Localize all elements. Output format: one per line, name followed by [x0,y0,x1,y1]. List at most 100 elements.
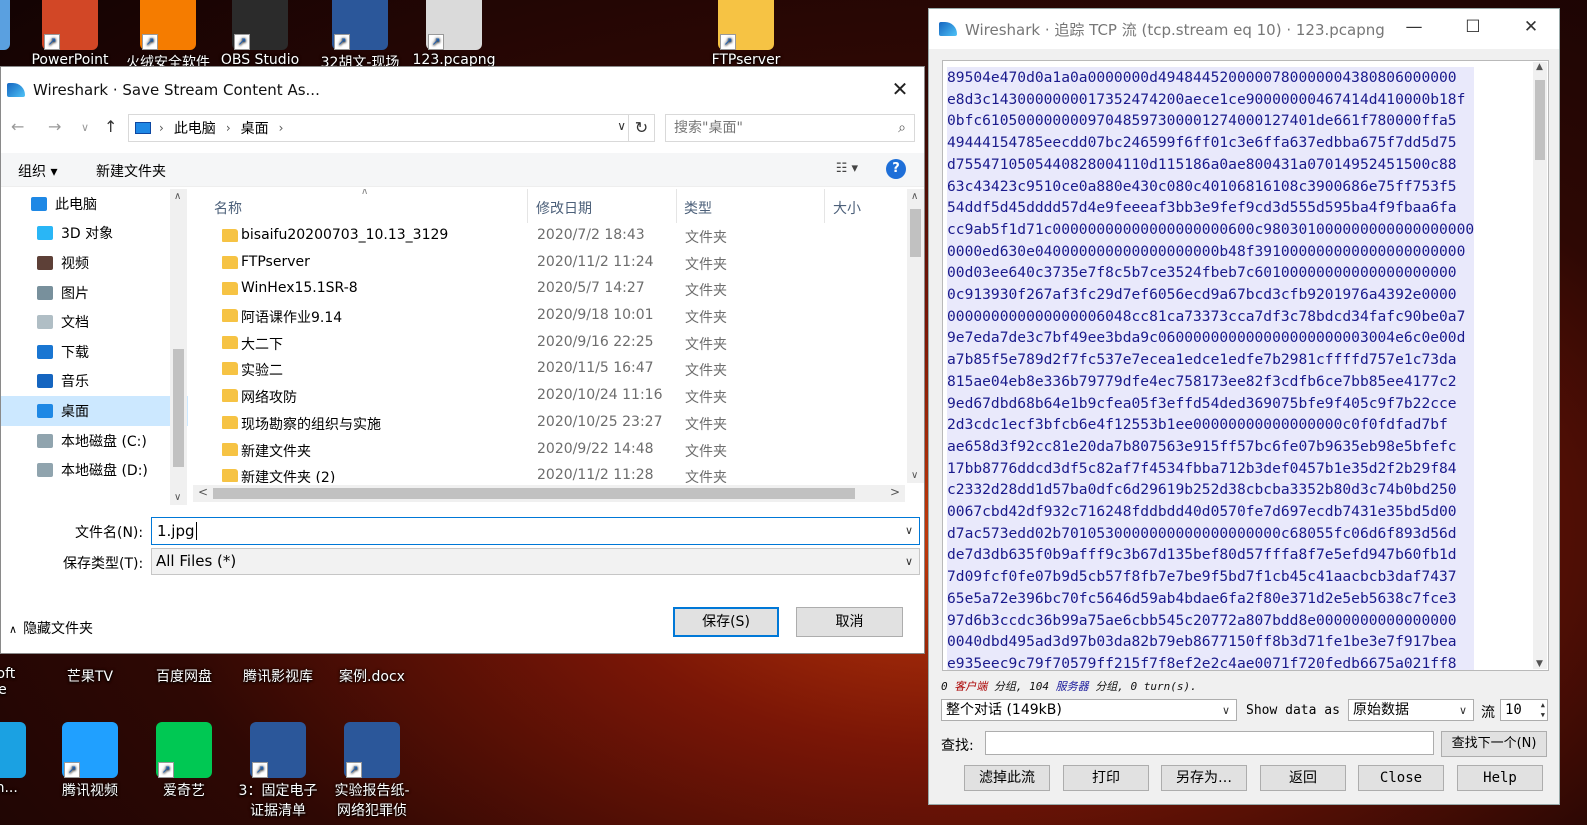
desktop-icon[interactable]: ↗ 爱奇艺 [142,722,226,800]
column-date[interactable]: 修改日期 [536,198,592,218]
scroll-up-icon[interactable]: ▲ [1536,62,1543,72]
recent-locations-chevron-icon[interactable]: ∨ [81,121,89,134]
file-list-hscrollbar[interactable]: < > [193,485,905,502]
file-row[interactable]: 现场勘察的组织与实施 2020/10/25 23:27 文件夹 [191,410,906,437]
find-next-button[interactable]: 查找下一个(N) [1441,731,1547,757]
nav-item[interactable]: 本地磁盘 (D:) [1,455,188,485]
desktop-icon[interactable]: 芒果TV [48,666,132,686]
hscroll-thumb[interactable] [213,488,855,499]
view-options-icon[interactable]: ☷ ▾ [836,161,858,176]
save-as-button[interactable]: 另存为… [1161,765,1247,791]
nav-item[interactable]: 下载 [1,337,188,367]
desktop-icon[interactable]: ↗ OBS Studio [218,0,302,68]
filetype-select[interactable]: All Files (*) ∨ [151,548,920,575]
stream-scroll-thumb[interactable] [1535,80,1545,160]
close-button[interactable]: Close [1358,765,1444,791]
cancel-button[interactable]: 取消 [796,607,903,637]
file-row[interactable]: 新建文件夹 (2) 2020/11/2 11:28 文件夹 [191,463,906,483]
file-row[interactable]: 实验二 2020/11/5 16:47 文件夹 [191,356,906,383]
desktop-icon[interactable]: ↗ 32胡文-现场 [318,0,402,72]
file-list-scrollbar[interactable]: ∧ ∨ [907,189,924,483]
column-type[interactable]: 类型 [684,198,712,218]
forward-arrow-icon[interactable]: → [48,117,61,136]
desktop-icon[interactable]: ↗ FTPserver [704,0,788,68]
file-row[interactable]: 大二下 2020/9/16 22:25 文件夹 [191,330,906,357]
search-input[interactable]: 搜索"桌面" ⌕ [665,114,915,142]
conversation-select[interactable]: 整个对话 (149kB) ∨ [941,699,1237,721]
breadcrumb-chevron-icon[interactable]: › [226,121,231,135]
nav-item[interactable]: 此电脑 [1,189,188,219]
back-arrow-icon[interactable]: ← [11,117,24,136]
desktop-icon[interactable]: ↗ 腾讯视频 [48,722,132,800]
refresh-icon[interactable]: ↻ [628,115,654,141]
column-name[interactable]: 名称 [214,198,242,218]
minimize-icon[interactable]: — [1399,17,1429,37]
file-row[interactable]: 新建文件夹 2020/9/22 14:48 文件夹 [191,437,906,464]
desktop-icon[interactable]: ↗ 实验报告纸- 网络犯罪侦 [330,722,414,820]
nav-item[interactable]: 本地磁盘 (C:) [1,426,188,456]
dialog-close-icon[interactable]: ✕ [886,77,914,103]
hide-folders-toggle[interactable]: ∧ 隐藏文件夹 [9,618,93,638]
stream-content[interactable]: 89504e470d0a1a0a0000000d4948445200000780… [942,60,1549,671]
file-row[interactable]: bisaifu20200703_10.13_3129 2020/7/2 18:43… [191,223,906,250]
search-icon[interactable]: ⌕ [898,115,906,141]
scroll-up-icon[interactable]: ∧ [174,191,181,202]
print-button[interactable]: 打印 [1063,765,1149,791]
show-data-dropdown-icon[interactable]: ∨ [1459,701,1467,721]
filename-dropdown-icon[interactable]: ∨ [905,518,913,544]
desktop-icon[interactable]: 案例.docx [330,666,414,686]
desktop-icon[interactable]: osoftge [0,666,40,698]
find-input[interactable] [985,731,1434,755]
desktop-icon[interactable]: ↗ PowerPoint [28,0,112,68]
nav-item[interactable]: 桌面 [1,396,188,426]
desktop-icon[interactable]: ↗电脑 [0,0,24,72]
help-button[interactable]: Help [1457,765,1543,791]
nav-pane-scrollbar[interactable]: ∧ ∨ [170,189,187,505]
desktop-icon[interactable]: ↗ 3：固定电子 证据清单 [236,722,320,820]
stream-number-spinbox[interactable]: 10 ▲ ▼ [1500,699,1548,721]
save-button[interactable]: 保存(S) [673,607,779,637]
show-data-as-select[interactable]: 原始数据 ∨ [1348,699,1474,721]
close-icon[interactable]: ✕ [1516,17,1546,37]
stream-scrollbar[interactable]: ▲ ▼ [1533,62,1547,669]
desktop-icon[interactable]: ↗ 123.pcapng [412,0,496,68]
filetype-dropdown-icon[interactable]: ∨ [905,549,913,574]
help-icon[interactable]: ? [886,159,906,179]
nav-item[interactable]: 文档 [1,307,188,337]
file-row[interactable]: FTPserver 2020/11/2 11:24 文件夹 [191,250,906,277]
scroll-down-icon[interactable]: ∨ [174,492,181,503]
breadcrumb-chevron-icon[interactable]: › [279,121,284,135]
address-dropdown-icon[interactable]: ∨ [617,119,626,133]
file-list-scroll-thumb[interactable] [910,209,921,257]
back-button[interactable]: 返回 [1260,765,1346,791]
address-bar[interactable]: › 此电脑 › 桌面 › ∨ ↻ [128,114,655,142]
file-row[interactable]: 网络攻防 2020/10/24 11:16 文件夹 [191,383,906,410]
filename-input[interactable]: 1.jpg ∨ [151,517,920,545]
file-row[interactable]: 阿语课作业9.14 2020/9/18 10:01 文件夹 [191,303,906,330]
scroll-right-icon[interactable]: > [890,485,900,499]
column-size[interactable]: 大小 [833,198,861,218]
filter-out-stream-button[interactable]: 滤掉此流 [964,765,1050,791]
nav-item[interactable]: 音乐 [1,367,188,397]
spinbox-arrows-icon[interactable]: ▲ ▼ [1541,700,1545,720]
scroll-up-icon[interactable]: ∧ [911,191,918,202]
desktop-icon[interactable]: 百度网盘 [142,666,226,686]
desktop-icon[interactable]: 腾讯影视库 [236,666,320,686]
desktop-icon[interactable]: ↗ 火绒安全软件 [126,0,210,72]
breadcrumb-chevron-icon[interactable]: › [159,121,164,135]
scroll-down-icon[interactable]: ∨ [911,470,918,481]
scroll-left-icon[interactable]: < [198,485,208,499]
nav-pane-scroll-thumb[interactable] [173,349,184,467]
organize-button[interactable]: 组织 ▾ [18,161,57,181]
nav-item[interactable]: 视频 [1,248,188,278]
scroll-down-icon[interactable]: ▼ [1536,659,1543,669]
breadcrumb-this-pc[interactable]: 此电脑 [174,118,216,138]
file-row[interactable]: WinHex15.1SR-8 2020/5/7 14:27 文件夹 [191,276,906,303]
up-arrow-icon[interactable]: ↑ [104,117,117,136]
new-folder-button[interactable]: 新建文件夹 [96,161,166,181]
nav-item[interactable]: 3D 对象 [1,219,188,249]
breadcrumb-desktop[interactable]: 桌面 [241,118,269,138]
nav-item[interactable]: 图片 [1,278,188,308]
maximize-icon[interactable]: ☐ [1458,17,1488,37]
desktop-icon[interactable]: ↗ onn... [0,722,40,796]
